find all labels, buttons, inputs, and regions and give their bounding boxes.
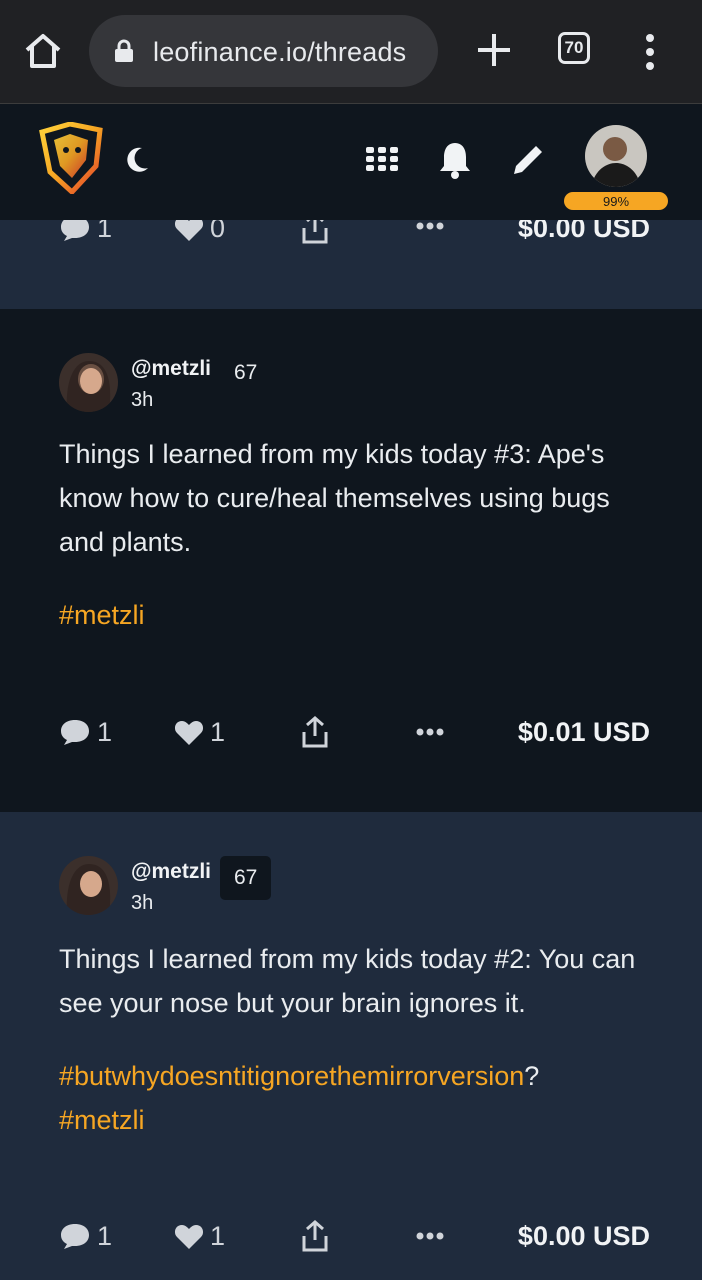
post-time[interactable]: 3h <box>131 892 153 915</box>
more-options-icon[interactable] <box>416 222 444 230</box>
share-icon[interactable] <box>301 1220 329 1252</box>
author-handle[interactable]: @metzli <box>131 357 211 381</box>
more-options-icon[interactable] <box>416 728 444 736</box>
post-text: Things I learned from my kids today #2: … <box>59 944 636 1018</box>
user-avatar[interactable] <box>585 125 647 187</box>
author-avatar[interactable] <box>59 353 118 412</box>
pencil-icon[interactable] <box>510 142 546 178</box>
new-tab-icon[interactable] <box>474 30 514 70</box>
comment-count: 1 <box>97 1220 113 1251</box>
browser-toolbar: leofinance.io/threads 70 <box>0 0 702 104</box>
thread-post: @metzli 67 3h Things I learned from my k… <box>0 309 702 812</box>
moon-icon[interactable] <box>124 146 150 174</box>
payout-value: $0.00 USD <box>517 1220 650 1251</box>
post-time[interactable]: 3h <box>131 389 153 412</box>
thread-post: @metzli 67 3h Things I learned from my k… <box>0 812 702 1280</box>
bell-icon[interactable] <box>439 141 471 179</box>
like-count: 1 <box>210 716 226 747</box>
like-count: 1 <box>210 1220 226 1251</box>
voting-power-badge: 99% <box>564 192 668 210</box>
author-avatar[interactable] <box>59 856 118 915</box>
hashtag-link[interactable]: #metzli <box>59 600 145 630</box>
hashtag-suffix: ? <box>524 1061 540 1091</box>
comment-count: 1 <box>97 716 113 747</box>
share-icon[interactable] <box>301 716 329 748</box>
heart-icon <box>174 720 204 745</box>
post-actions: 1 1 $0.01 USD <box>0 712 702 752</box>
comment-button[interactable]: 1 <box>59 1216 112 1256</box>
leofinance-logo-icon[interactable] <box>36 122 104 194</box>
reputation-score: 67 <box>234 361 258 384</box>
payout-value: $0.01 USD <box>517 716 650 747</box>
home-icon[interactable] <box>22 30 64 72</box>
apps-grid-icon[interactable] <box>366 147 398 171</box>
hashtag-link[interactable]: #metzli <box>59 1105 145 1135</box>
like-button[interactable]: 1 <box>174 712 225 752</box>
like-button[interactable]: 1 <box>174 1216 225 1256</box>
author-handle[interactable]: @metzli <box>131 860 211 884</box>
url-text: leofinance.io/threads <box>153 37 407 67</box>
more-options-icon[interactable] <box>416 1232 444 1240</box>
hashtag-link[interactable]: #butwhydoesntitignorethemirrorversion <box>59 1061 524 1091</box>
tab-switcher-button[interactable]: 70 <box>558 32 590 64</box>
reputation-score: 67 <box>220 856 272 900</box>
post-actions: 1 1 $0.00 USD <box>0 1216 702 1256</box>
lock-icon <box>115 39 133 62</box>
comment-button[interactable]: 1 <box>59 712 112 752</box>
post-text: Things I learned from my kids today #3: … <box>59 439 610 557</box>
comment-icon <box>61 1224 89 1249</box>
address-bar[interactable]: leofinance.io/threads <box>89 15 438 87</box>
more-menu-icon[interactable] <box>640 32 660 72</box>
heart-icon <box>174 1224 204 1249</box>
post-hashtags: #metzli <box>59 593 659 637</box>
comment-icon <box>61 720 89 745</box>
post-hashtags: #butwhydoesntitignorethemirrorversion? #… <box>59 1054 659 1142</box>
